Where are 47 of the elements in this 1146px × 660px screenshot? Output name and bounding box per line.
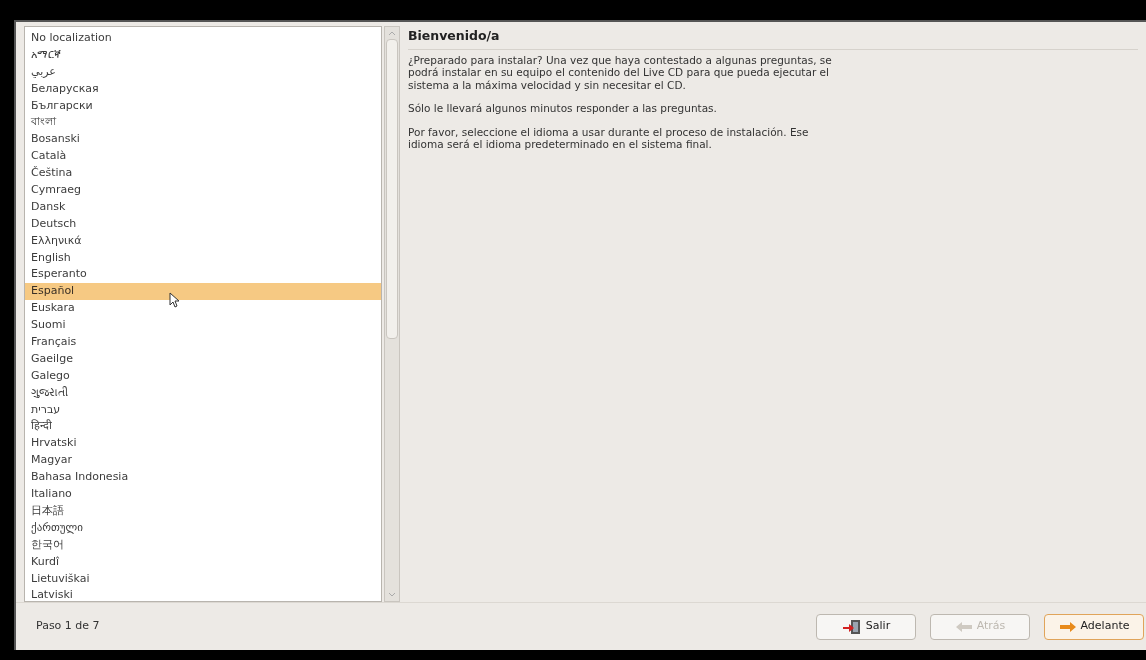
language-item[interactable]: Gaeilge [25,350,381,368]
language-item[interactable]: Kurdî [25,553,381,571]
language-item[interactable]: Bosanski [25,131,381,149]
left-arrow-icon [954,620,973,633]
language-item[interactable]: አማርኛ [25,46,381,64]
language-item[interactable]: Euskara [25,300,381,318]
page-title: Bienvenido/a [408,26,1138,50]
language-item[interactable]: Cymraeg [25,182,381,199]
language-item[interactable]: عربي [25,63,381,81]
language-item[interactable]: 한국어 [25,536,381,554]
language-item[interactable]: বাংলা [25,114,381,132]
language-item[interactable]: No localization [25,30,381,47]
language-item[interactable]: हिन्दी [25,418,381,436]
language-item[interactable]: Dansk [25,198,381,216]
scrollbar-thumb[interactable] [386,39,398,339]
language-item[interactable]: ગુજરાતી [25,384,381,402]
language-item[interactable]: Català [25,148,381,166]
exit-door-icon [841,618,862,635]
forward-button[interactable]: Adelante [1044,613,1144,640]
language-item[interactable]: Italiano [25,486,381,503]
quit-button[interactable]: Salir [816,613,916,640]
language-item[interactable]: Čeština [25,165,381,182]
language-item[interactable]: Български [25,97,381,115]
language-item[interactable]: Español [25,283,381,301]
step-indicator: Paso 1 de 7 [36,618,100,635]
language-item[interactable]: Hrvatski [25,435,381,453]
language-item[interactable]: ქართული [25,519,381,537]
language-item[interactable]: Latviski [25,587,381,601]
language-item[interactable]: Беларуская [25,80,381,98]
language-item[interactable]: English [25,249,381,267]
language-item[interactable]: Ελληνικά [25,232,381,250]
language-item[interactable]: Magyar [25,452,381,470]
language-item[interactable]: Français [25,334,381,351]
language-item[interactable]: Esperanto [25,266,381,284]
welcome-paragraph: ¿Preparado para instalar? Una vez que haya contestado a algunas preguntas, se podrá instalar en su equipo el contenido del Live CD para que pueda ejecutar el sistema a la máxima velocidad y sin necesitar el CD. [408,53,833,92]
language-item[interactable]: עברית [25,401,381,419]
welcome-paragraph: Sólo le llevará algunos minutos responder a las preguntas. [408,102,718,115]
welcome-paragraph: Por favor, seleccione el idioma a usar durante el proceso de instalación. Ese idioma será el idioma predeterminado en el sistema final. [408,125,810,151]
scrollbar[interactable] [384,26,400,602]
right-arrow-icon [1058,620,1077,633]
language-item[interactable]: 日本語 [25,502,381,520]
language-item[interactable]: Deutsch [25,215,381,233]
language-item[interactable]: Bahasa Indonesia [25,469,381,487]
language-item[interactable]: Suomi [25,317,381,335]
language-item[interactable]: Galego [25,367,381,385]
mouse-cursor-icon [169,292,180,308]
language-item[interactable]: Lietuviškai [25,570,381,588]
